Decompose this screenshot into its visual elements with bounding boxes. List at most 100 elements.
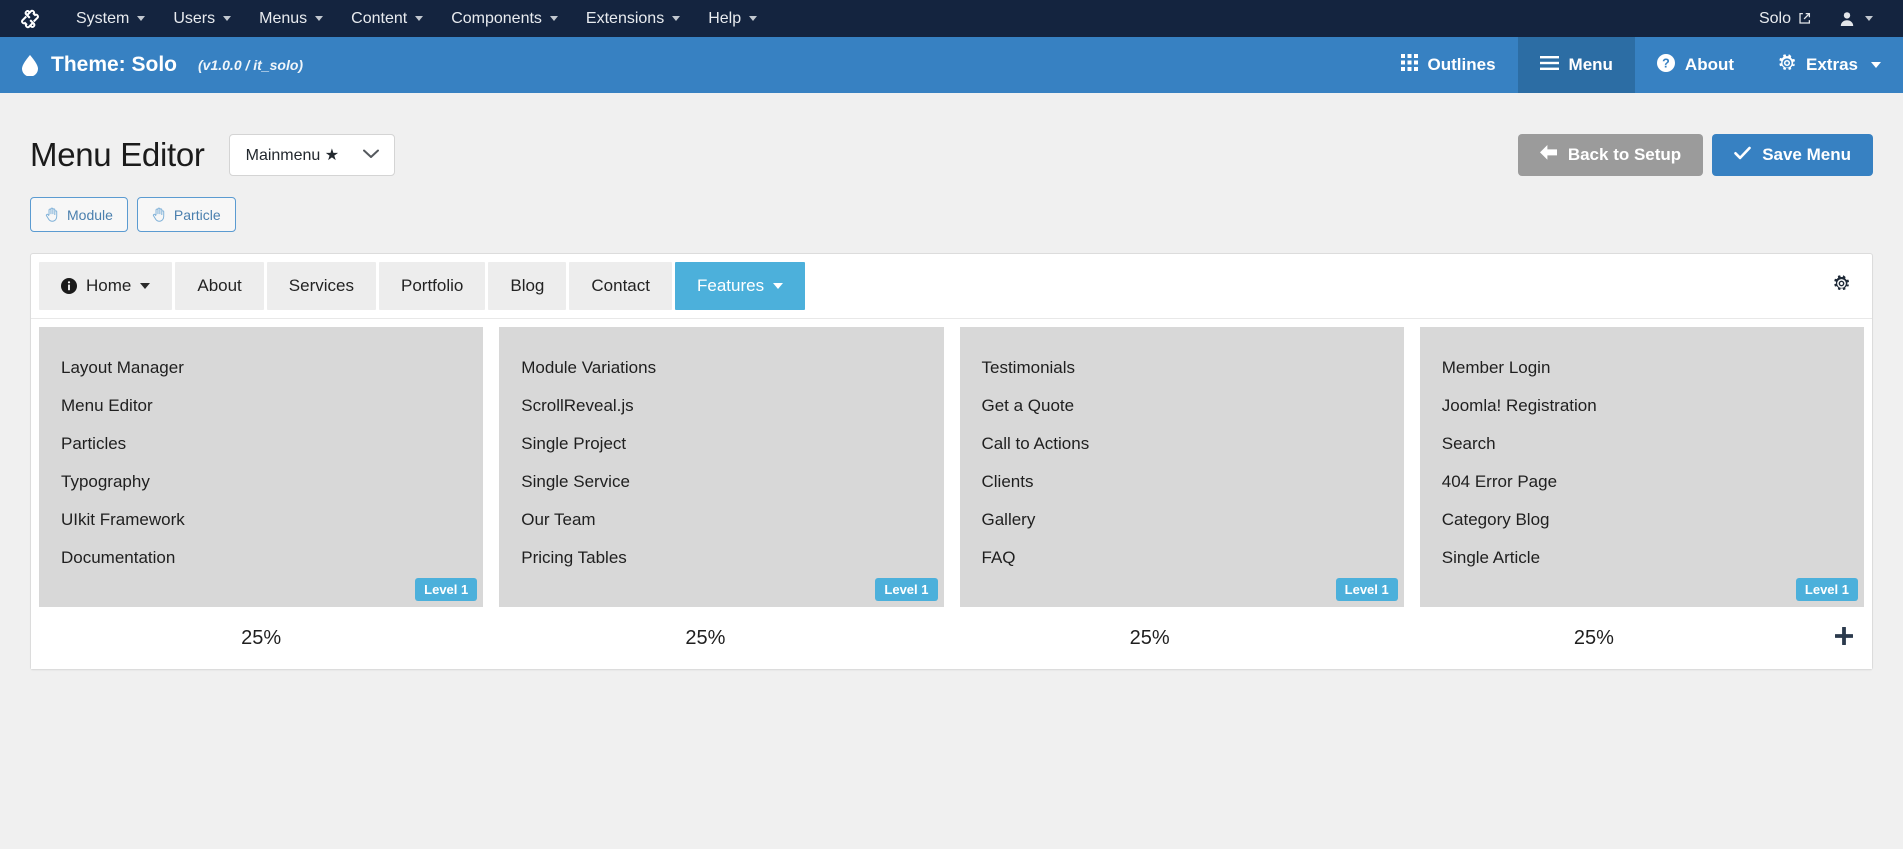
list-item[interactable]: Member Login [1420,349,1864,387]
list-item[interactable]: Category Blog [1420,501,1864,539]
menu-tab-features[interactable]: Features [674,262,806,310]
menu-tab-label: Services [288,276,354,295]
list-item[interactable]: Our Team [499,501,943,539]
column-width-1[interactable]: 25% [39,627,483,650]
column-width-3[interactable]: 25% [928,627,1372,650]
list-item[interactable]: Documentation [39,539,483,577]
list-item[interactable]: Joomla! Registration [1420,387,1864,425]
menu-selector[interactable]: Mainmenu ★ [228,134,395,176]
gantry-theme-bar: Theme: Solo (v1.0.0 / it_solo) Outlines [0,37,1903,93]
menu-editor-card: Home About Services Portfolio Blog Conta… [30,253,1873,670]
theme-nav-extras[interactable]: Extras [1756,37,1903,93]
add-particle-label: Particle [173,206,221,223]
admin-menu-label: Extensions [585,9,665,27]
menu-tab-label: Portfolio [400,276,464,295]
menu-tab-label: About [197,276,242,295]
menu-tab-services[interactable]: Services [266,262,376,310]
chevron-down-icon [140,283,151,289]
save-menu-label: Save Menu [1762,145,1851,164]
admin-menu-users[interactable]: Users [159,4,245,34]
check-icon [1734,145,1751,165]
gear-icon [1778,53,1796,77]
chevron-down-icon [415,16,424,21]
list-item[interactable]: Testimonials [960,349,1404,387]
user-menu-button[interactable] [1827,5,1885,33]
list-item[interactable]: UIkit Framework [39,501,483,539]
svg-text:?: ? [1662,56,1670,70]
menu-column-3[interactable]: Testimonials Get a Quote Call to Actions… [959,327,1420,607]
admin-menu-help[interactable]: Help [694,4,771,34]
add-module-label: Module [67,206,113,223]
menu-column-2[interactable]: Module Variations ScrollReveal.js Single… [499,327,960,607]
column-width-4[interactable]: 25% [1372,627,1816,650]
admin-menu-extensions[interactable]: Extensions [572,4,694,34]
theme-nav-label: Extras [1806,55,1858,74]
list-item[interactable]: Call to Actions [960,425,1404,463]
theme-nav-outlines[interactable]: Outlines [1379,37,1518,93]
level-badge: Level 1 [875,578,938,601]
question-circle-icon: ? [1656,53,1675,77]
admin-menu-system[interactable]: System [62,4,159,34]
add-column-button[interactable] [1816,626,1872,651]
add-module-button[interactable]: Module [30,197,128,232]
page-header: Menu Editor Mainmenu ★ Back to Setup Sav… [30,93,1873,189]
back-to-setup-button[interactable]: Back to Setup [1517,134,1704,176]
info-circle-icon [61,278,77,294]
menu-tab-blog[interactable]: Blog [488,262,567,310]
theme-version: (v1.0.0 / it_solo) [198,57,304,73]
joomla-logo-icon[interactable] [16,6,44,32]
admin-menu-label: Users [173,9,216,27]
theme-nav-label: Outlines [1427,55,1496,74]
level-badge: Level 1 [1795,578,1858,601]
admin-menu-components[interactable]: Components [437,4,572,34]
column-width-2[interactable]: 25% [483,627,927,650]
menu-tab-portfolio[interactable]: Portfolio [378,262,486,310]
theme-name: Theme: Solo [51,53,178,76]
dropdown-columns-panel: Layout Manager Menu Editor Particles Typ… [31,318,1872,607]
list-item[interactable]: 404 Error Page [1420,463,1864,501]
list-item[interactable]: Typography [39,463,483,501]
visit-site-link[interactable]: Solo [1747,4,1823,34]
page-title: Menu Editor [30,136,205,173]
menu-tab-contact[interactable]: Contact [569,262,672,310]
menu-column-4[interactable]: Member Login Joomla! Registration Search… [1419,327,1872,607]
admin-menu-menus[interactable]: Menus [245,4,337,34]
list-item[interactable]: Get a Quote [960,387,1404,425]
menu-tab-about[interactable]: About [175,262,264,310]
list-item[interactable]: Layout Manager [39,349,483,387]
page-body: Menu Editor Mainmenu ★ Back to Setup Sav… [0,93,1903,849]
menu-tab-row: Home About Services Portfolio Blog Conta… [31,254,1872,318]
admin-menu-label: System [76,9,130,27]
hamburger-icon [1539,55,1559,75]
list-item[interactable]: Single Service [499,463,943,501]
theme-navigation: Outlines Menu ? About Extras [1379,37,1903,93]
visit-site-label: Solo [1758,9,1791,27]
menu-selector-wrapper: Mainmenu ★ [228,134,395,176]
admin-menu-label: Components [451,9,542,27]
list-item[interactable]: Search [1420,425,1864,463]
list-item[interactable]: Clients [960,463,1404,501]
list-item[interactable]: Pricing Tables [499,539,943,577]
page-header-actions: Back to Setup Save Menu [1517,134,1873,176]
list-item[interactable]: ScrollReveal.js [499,387,943,425]
admin-menu-label: Help [708,9,742,27]
list-item[interactable]: Single Project [499,425,943,463]
grid-icon [1400,54,1418,76]
list-item[interactable]: Particles [39,425,483,463]
save-menu-button[interactable]: Save Menu [1712,134,1873,176]
menu-settings-button[interactable] [1819,262,1864,310]
list-item[interactable]: FAQ [960,539,1404,577]
admin-menu-content[interactable]: Content [337,4,437,34]
theme-nav-menu[interactable]: Menu [1517,37,1635,93]
chevron-down-icon [749,16,758,21]
external-link-icon [1798,12,1811,25]
chevron-down-icon [137,16,146,21]
list-item[interactable]: Menu Editor [39,387,483,425]
list-item[interactable]: Gallery [960,501,1404,539]
add-particle-button[interactable]: Particle [136,197,236,232]
menu-column-1[interactable]: Layout Manager Menu Editor Particles Typ… [39,327,500,607]
theme-nav-about[interactable]: ? About [1635,37,1756,93]
menu-tab-home[interactable]: Home [39,262,173,310]
list-item[interactable]: Module Variations [499,349,943,387]
list-item[interactable]: Single Article [1420,539,1864,577]
